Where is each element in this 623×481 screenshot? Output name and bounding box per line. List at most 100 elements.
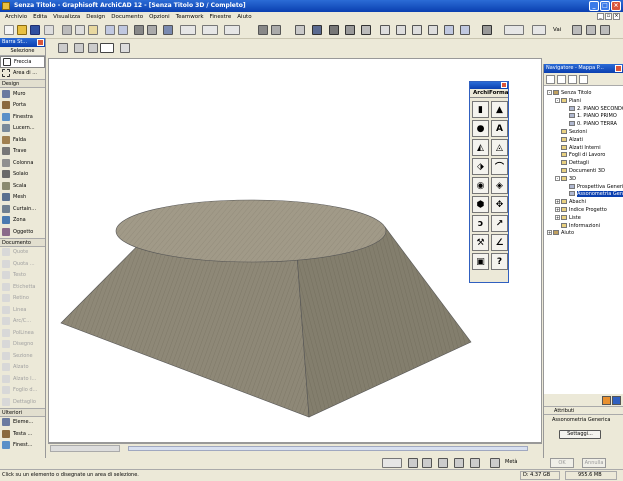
- tool-quote[interactable]: Quote: [0, 247, 45, 259]
- tree-item[interactable]: Documenti 3D: [544, 167, 623, 176]
- menu-design[interactable]: Design: [83, 12, 108, 22]
- publisher-tab[interactable]: [579, 75, 588, 84]
- menu-teamwork[interactable]: Teamwork: [173, 12, 207, 22]
- tree-item[interactable]: Dettagli: [544, 160, 623, 168]
- doc-restore-button[interactable]: ▫: [605, 13, 612, 20]
- sphere-shape-icon[interactable]: ●: [472, 120, 489, 137]
- window-icon-1[interactable]: [572, 25, 582, 35]
- print-icon[interactable]: [44, 25, 54, 35]
- snap-dropdown[interactable]: [180, 25, 196, 35]
- tool-dettaglio[interactable]: Dettaglio: [0, 396, 45, 408]
- draw-line-icon[interactable]: [408, 458, 418, 468]
- next-zoom-icon[interactable]: [460, 25, 470, 35]
- undo-icon[interactable]: [105, 25, 115, 35]
- pan-icon[interactable]: [428, 25, 438, 35]
- tree-item[interactable]: 1. PIANO PRIMO: [544, 113, 623, 121]
- view-settings-icon[interactable]: [612, 396, 621, 405]
- window-icon-3[interactable]: [600, 25, 610, 35]
- tools-icon[interactable]: ⚒: [472, 234, 489, 251]
- check-dropdown[interactable]: [382, 458, 402, 468]
- expand-toggle-icon[interactable]: +: [547, 230, 552, 236]
- menu-visualizza[interactable]: Visualizza: [50, 12, 83, 22]
- 3d-view-canvas[interactable]: [48, 58, 542, 443]
- zoom-in-icon[interactable]: [380, 25, 390, 35]
- previous-zoom-icon[interactable]: [444, 25, 454, 35]
- expand-toggle-icon[interactable]: -: [547, 90, 552, 95]
- ulteriori-group-header[interactable]: Ulteriori: [0, 407, 45, 417]
- expand-toggle-icon[interactable]: -: [555, 97, 560, 103]
- sweep-shape-icon[interactable]: ⌒: [491, 158, 508, 175]
- boolean-subtract-icon[interactable]: ◈: [491, 177, 508, 194]
- measure-icon[interactable]: [438, 458, 448, 468]
- minimize-button[interactable]: _: [589, 1, 599, 11]
- wireframe-icon[interactable]: [361, 25, 371, 35]
- tool-curtain[interactable]: Curtain...: [0, 203, 45, 215]
- tree-item[interactable]: + Aiuto: [544, 230, 623, 238]
- settings-icon[interactable]: [602, 396, 611, 405]
- tool-colonna[interactable]: Colonna: [0, 157, 45, 169]
- half-snap-icon[interactable]: [490, 458, 500, 468]
- axis-transform-icon[interactable]: ↗: [491, 215, 508, 232]
- shading-icon[interactable]: [345, 25, 355, 35]
- tool-foglio-d[interactable]: Foglio d...: [0, 385, 45, 397]
- inject-icon[interactable]: [147, 25, 157, 35]
- guide-lines-dropdown[interactable]: [202, 25, 218, 35]
- expand-toggle-icon[interactable]: +: [555, 206, 560, 212]
- tool-arrow[interactable]: Freccia: [0, 56, 45, 68]
- tree-item[interactable]: Assonometria Generica: [544, 191, 623, 199]
- tree-item[interactable]: - Piani: [544, 97, 623, 106]
- horizontal-scrollbar[interactable]: [48, 443, 542, 453]
- revolve-shape-icon[interactable]: ◬: [491, 139, 508, 156]
- new-file-icon[interactable]: [4, 25, 14, 35]
- tree-item[interactable]: Fogli di Lavoro: [544, 152, 623, 160]
- pyramid-shape-icon[interactable]: ▲: [491, 101, 508, 118]
- tool-muro[interactable]: Muro: [0, 88, 45, 100]
- tool-solaio[interactable]: Solaio: [0, 169, 45, 181]
- archiforma-close-button[interactable]: [501, 82, 507, 88]
- tree-item[interactable]: 0. PIANO TERRA: [544, 121, 623, 129]
- tool-scala[interactable]: Scala: [0, 180, 45, 192]
- cut-icon[interactable]: [62, 25, 72, 35]
- cancel-button[interactable]: Annulla: [582, 458, 606, 468]
- tool-trave[interactable]: Trave: [0, 146, 45, 158]
- boolean-union-icon[interactable]: ◉: [472, 177, 489, 194]
- layers-icon[interactable]: [163, 25, 173, 35]
- suspend-groups-icon[interactable]: [271, 25, 281, 35]
- tool-eleme[interactable]: Eleme...: [0, 417, 45, 429]
- tool-etichetta[interactable]: Etichetta: [0, 281, 45, 293]
- toolbox-close-button[interactable]: [37, 39, 44, 46]
- tool-lucern[interactable]: Lucern...: [0, 123, 45, 135]
- tree-item[interactable]: Informazioni: [544, 222, 623, 231]
- pick-up-icon[interactable]: [134, 25, 144, 35]
- extrude-shape-icon[interactable]: ⬗: [472, 158, 489, 175]
- info-tool-icon-1[interactable]: [58, 43, 68, 53]
- tree-item[interactable]: Alzati: [544, 136, 623, 145]
- arc-icon[interactable]: [422, 458, 432, 468]
- tree-item[interactable]: + Liste: [544, 214, 623, 223]
- tree-item[interactable]: -3D: [544, 175, 623, 184]
- orbit-icon[interactable]: [329, 25, 339, 35]
- prism-shape-icon[interactable]: ▮: [472, 101, 489, 118]
- teamwork-icon[interactable]: [482, 25, 492, 35]
- tree-item[interactable]: + Indice Progetto: [544, 206, 623, 215]
- tool-zona[interactable]: Zona: [0, 215, 45, 227]
- layout-book-tab[interactable]: [568, 75, 577, 84]
- navigate-hand-icon[interactable]: [100, 43, 114, 53]
- tool-marquee[interactable]: Area di ...: [0, 68, 45, 80]
- maximize-button[interactable]: □: [600, 1, 610, 11]
- doc-minimize-button[interactable]: _: [597, 13, 604, 20]
- tool-alzato-i[interactable]: Alzato I...: [0, 373, 45, 385]
- fit-in-window-icon[interactable]: [412, 25, 422, 35]
- settings-button[interactable]: Settaggi...: [559, 430, 601, 439]
- snap-icon[interactable]: [454, 458, 464, 468]
- tool-finestra[interactable]: Finestra: [0, 111, 45, 123]
- tool-arc-c[interactable]: Arc/C...: [0, 316, 45, 328]
- copy-icon[interactable]: [75, 25, 85, 35]
- navigation-buttons[interactable]: [50, 445, 120, 452]
- info-tool-icon-2[interactable]: [74, 43, 84, 53]
- group-icon[interactable]: [258, 25, 268, 35]
- save-shape-icon[interactable]: ▣: [472, 253, 489, 270]
- tool-finest[interactable]: Finest...: [0, 440, 45, 452]
- transform-icon[interactable]: ✥: [491, 196, 508, 213]
- open-folder-icon[interactable]: [17, 25, 27, 35]
